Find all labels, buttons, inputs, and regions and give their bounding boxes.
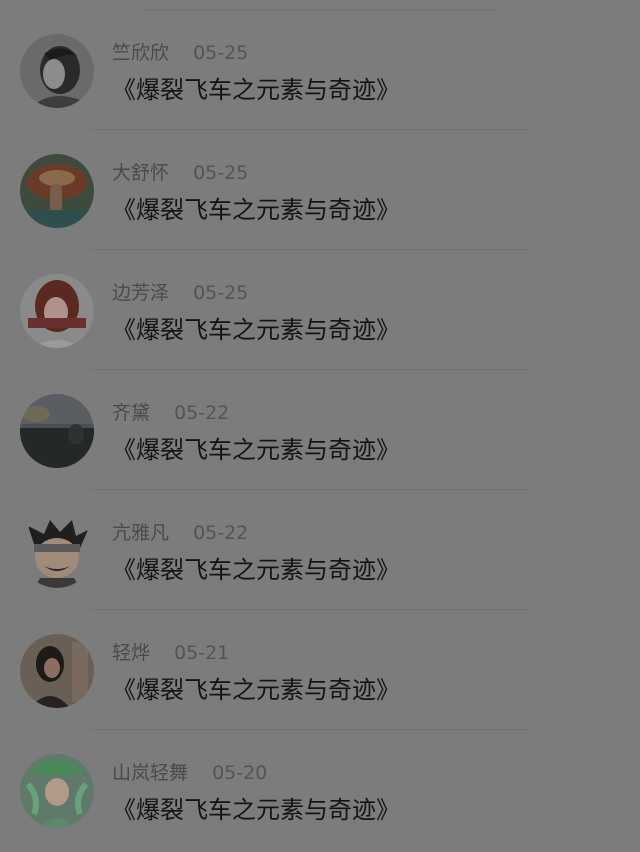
- comment-text[interactable]: 《爆裂飞车之元素与奇迹》: [112, 193, 400, 227]
- username[interactable]: 亢雅凡: [112, 522, 169, 544]
- comment-meta: 亢雅凡 05-22: [112, 520, 248, 546]
- username[interactable]: 轻烨: [112, 642, 150, 664]
- comment-text[interactable]: 《爆裂飞车之元素与奇迹》: [112, 433, 400, 467]
- comment-meta: 齐黛 05-22: [112, 400, 229, 426]
- comment-date: 05-25: [193, 162, 249, 184]
- comment-item[interactable]: 亢雅凡 05-22 《爆裂飞车之元素与奇迹》: [0, 480, 640, 610]
- woman-photo-avatar[interactable]: [20, 634, 94, 708]
- username[interactable]: 竺欣欣: [112, 42, 169, 64]
- username[interactable]: 边芳泽: [112, 282, 169, 304]
- comment-date: 05-22: [174, 402, 230, 424]
- comment-meta: 竺欣欣 05-25: [112, 40, 248, 66]
- comment-text[interactable]: 《爆裂飞车之元素与奇迹》: [112, 73, 400, 107]
- comment-text[interactable]: 《爆裂飞车之元素与奇迹》: [112, 553, 400, 587]
- comment-date: 05-22: [193, 522, 249, 544]
- comment-meta: 山岚轻舞 05-20: [112, 760, 267, 786]
- username[interactable]: 大舒怀: [112, 162, 169, 184]
- comment-text[interactable]: 《爆裂飞车之元素与奇迹》: [112, 673, 400, 707]
- comment-item[interactable]: 大舒怀 05-25 《爆裂飞车之元素与奇迹》: [0, 120, 640, 250]
- green-fairy-avatar[interactable]: [20, 754, 94, 828]
- mushroom-finger-avatar[interactable]: [20, 154, 94, 228]
- comment-text[interactable]: 《爆裂飞车之元素与奇迹》: [112, 793, 400, 827]
- comment-item[interactable]: 齐黛 05-22 《爆裂飞车之元素与奇迹》: [0, 360, 640, 490]
- username[interactable]: 齐黛: [112, 402, 150, 424]
- anime-ninja-avatar[interactable]: [20, 514, 94, 588]
- comment-text[interactable]: 《爆裂飞车之元素与奇迹》: [112, 313, 400, 347]
- sunset-landscape-avatar[interactable]: [20, 394, 94, 468]
- comment-item[interactable]: 竺欣欣 05-25 《爆裂飞车之元素与奇迹》: [0, 0, 640, 130]
- comment-date: 05-21: [174, 642, 230, 664]
- username[interactable]: 山岚轻舞: [112, 762, 188, 784]
- girl-red-hair-avatar[interactable]: [20, 274, 94, 348]
- comment-meta: 边芳泽 05-25: [112, 280, 248, 306]
- comment-item[interactable]: 山岚轻舞 05-20 《爆裂飞车之元素与奇迹》: [0, 720, 640, 840]
- comment-date: 05-25: [193, 42, 249, 64]
- comment-meta: 轻烨 05-21: [112, 640, 229, 666]
- comment-item[interactable]: 轻烨 05-21 《爆裂飞车之元素与奇迹》: [0, 600, 640, 730]
- comment-date: 05-20: [212, 762, 268, 784]
- comment-date: 05-25: [193, 282, 249, 304]
- comment-meta: 大舒怀 05-25: [112, 160, 248, 186]
- comment-item[interactable]: 边芳泽 05-25 《爆裂飞车之元素与奇迹》: [0, 240, 640, 370]
- man-portrait-avatar[interactable]: [20, 34, 94, 108]
